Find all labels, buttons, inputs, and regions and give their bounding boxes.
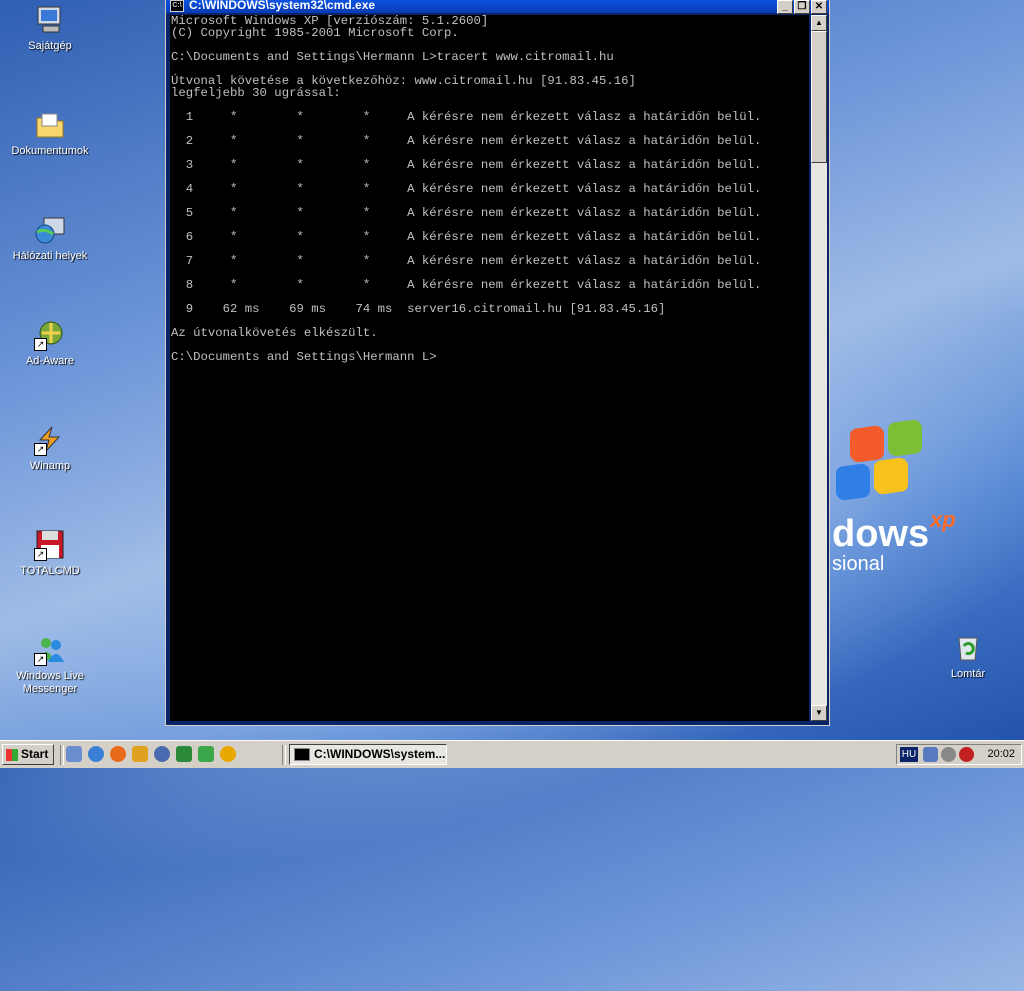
desktop-icons: Sajátgép Dokumentumok Hálózati helyek ↗ … [0,0,100,740]
volume-tray-icon[interactable] [941,747,956,762]
app-icon[interactable] [176,746,192,762]
logo-flag-green [888,418,922,458]
desktop-icon-label: Lomtár [950,668,986,680]
recycle-bin-icon [952,632,984,664]
media-player-icon[interactable] [154,746,170,762]
logo-flag-yellow [874,456,908,496]
restore-button[interactable]: ❐ [794,0,810,14]
console-icon: C:\ [170,0,184,12]
windows-flag-icon [6,748,18,761]
ie-icon[interactable] [88,746,104,762]
quick-launch [66,746,242,764]
taskbar-button-cmd[interactable]: C:\WINDOWS\system... [289,744,447,765]
shortcut-arrow-icon: ↗ [34,338,47,351]
task-label: C:\WINDOWS\system... [314,747,446,761]
desktop-icon-recycle-bin[interactable]: Lomtár [923,632,1013,681]
logo-xp: xp [930,507,956,532]
desktop-icon-label: Ad-Aware [25,355,75,367]
shortcut-arrow-icon: ↗ [34,653,47,666]
desktop-icon-label: Winamp [29,460,71,472]
taskbar-separator [282,745,286,765]
globe-network-icon [34,214,66,246]
desktop-icon-label: TOTALCMD [20,565,80,577]
vertical-scrollbar[interactable]: ▲ ▼ [811,15,827,721]
close-button[interactable]: ✕ [811,0,827,14]
messenger-buddies-icon: ↗ [34,634,66,666]
desktop-icon-network[interactable]: Hálózati helyek [5,214,95,263]
desktop-icon-label: Dokumentumok [11,145,89,157]
messenger-icon[interactable] [198,746,214,762]
shortcut-arrow-icon: ↗ [34,548,47,561]
scroll-up-button[interactable]: ▲ [811,15,827,31]
desktop-icon-winamp[interactable]: ↗ Winamp [5,424,95,473]
adaware-icon: ↗ [34,319,66,351]
floppy-disk-icon: ↗ [34,529,66,561]
desktop-icon-totalcmd[interactable]: ↗ TOTALCMD [5,529,95,578]
folder-icon [34,109,66,141]
start-label: Start [21,747,49,761]
info-icon[interactable] [220,746,236,762]
network-tray-icon[interactable] [923,747,938,762]
logo-flag-red [850,424,884,464]
security-tray-icon[interactable] [959,747,974,762]
desktop-icon-label: Sajátgép [28,40,72,52]
desktop-icon-label: Hálózati helyek [12,250,88,262]
logo-edition: sional [832,553,885,575]
window-titlebar[interactable]: C:\ C:\WINDOWS\system32\cmd.exe _ ❐ ✕ [166,0,829,14]
firefox-icon[interactable] [110,746,126,762]
desktop-icon-label: Windows Live Messenger [16,670,84,695]
system-tray: HU 20:02 [896,744,1022,765]
scroll-thumb[interactable] [811,31,827,163]
clock[interactable]: 20:02 [987,745,1015,764]
console-output: Microsoft Windows XP [verziószám: 5.1.26… [171,15,762,364]
minimize-button[interactable]: _ [777,0,793,14]
winamp-icon[interactable] [132,746,148,762]
start-button[interactable]: Start [2,744,54,765]
show-desktop-icon[interactable] [66,746,82,762]
cmd-window[interactable]: C:\ C:\WINDOWS\system32\cmd.exe _ ❐ ✕ Micro… [165,0,830,726]
logo-flag-blue [836,462,870,502]
window-controls: _ ❐ ✕ [776,0,827,14]
taskbar-separator [60,745,64,765]
desktop-icon-documents[interactable]: Dokumentumok [5,109,95,158]
logo-text: dows [832,513,930,555]
console-area[interactable]: Microsoft Windows XP [verziószám: 5.1.26… [170,15,809,721]
desktop-icon-messenger[interactable]: ↗ Windows Live Messenger [5,634,95,696]
windows-xp-logo: dows xp sional [832,418,1022,585]
shortcut-arrow-icon: ↗ [34,443,47,456]
console-icon [294,748,310,762]
language-indicator[interactable]: HU [900,747,918,762]
scroll-down-button[interactable]: ▼ [811,705,827,721]
computer-icon [34,4,66,36]
taskbar: Start C:\WINDOWS\system... HU 20:02 [0,740,1024,768]
winamp-icon: ↗ [34,424,66,456]
desktop-icon-adaware[interactable]: ↗ Ad-Aware [5,319,95,368]
window-title: C:\WINDOWS\system32\cmd.exe [189,0,376,12]
desktop-icon-my-computer[interactable]: Sajátgép [5,4,95,53]
